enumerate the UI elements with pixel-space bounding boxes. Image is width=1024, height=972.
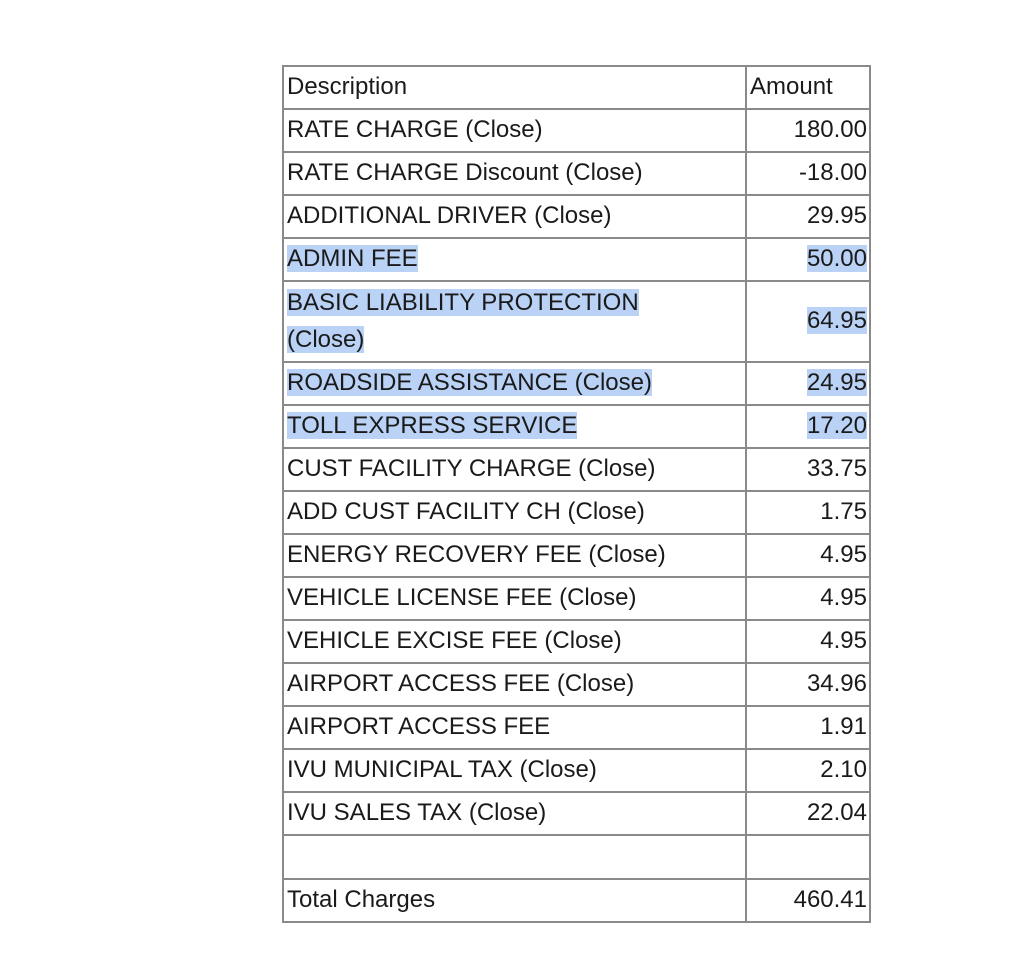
header-description: Description bbox=[282, 65, 747, 110]
table-row: RATE CHARGE (Close) 180.00 bbox=[282, 108, 871, 153]
row-description: VEHICLE EXCISE FEE (Close) bbox=[282, 619, 747, 664]
table-header-row: Description Amount bbox=[282, 65, 871, 110]
selected-text[interactable]: 64.95 bbox=[806, 307, 867, 334]
row-description: ADD CUST FACILITY CH (Close) bbox=[282, 490, 747, 535]
description-text[interactable]: VEHICLE EXCISE FEE (Close) bbox=[287, 627, 622, 654]
row-amount: 4.95 bbox=[745, 576, 871, 621]
row-amount: 17.20 bbox=[745, 404, 871, 449]
description-text[interactable]: CUST FACILITY CHARGE (Close) bbox=[287, 455, 656, 482]
table-row: ADD CUST FACILITY CH (Close) 1.75 bbox=[282, 490, 871, 535]
amount-text[interactable]: 180.00 bbox=[794, 116, 867, 143]
total-label-text[interactable]: Total Charges bbox=[287, 886, 435, 913]
blank-cell bbox=[745, 834, 871, 880]
table-row: ENERGY RECOVERY FEE (Close) 4.95 bbox=[282, 533, 871, 578]
table-row-selected: ROADSIDE ASSISTANCE (Close) 24.95 bbox=[282, 361, 871, 406]
description-text[interactable]: RATE CHARGE Discount (Close) bbox=[287, 159, 643, 186]
table-row: IVU SALES TAX (Close) 22.04 bbox=[282, 791, 871, 836]
table-row: CUST FACILITY CHARGE (Close) 33.75 bbox=[282, 447, 871, 492]
amount-text[interactable]: -18.00 bbox=[799, 159, 867, 186]
selected-text[interactable]: ROADSIDE ASSISTANCE (Close) bbox=[287, 369, 652, 396]
row-description: ADMIN FEE bbox=[282, 237, 747, 282]
amount-text[interactable]: 22.04 bbox=[807, 799, 867, 826]
row-description: RATE CHARGE Discount (Close) bbox=[282, 151, 747, 196]
amount-text[interactable]: 2.10 bbox=[820, 756, 867, 783]
description-text[interactable]: IVU SALES TAX (Close) bbox=[287, 799, 546, 826]
amount-text[interactable]: 34.96 bbox=[807, 670, 867, 697]
row-description: CUST FACILITY CHARGE (Close) bbox=[282, 447, 747, 492]
row-amount: 180.00 bbox=[745, 108, 871, 153]
row-amount: 34.96 bbox=[745, 662, 871, 707]
total-row: Total Charges 460.41 bbox=[282, 878, 871, 923]
blank-cell bbox=[282, 834, 747, 880]
selected-text[interactable]: TOLL EXPRESS SERVICE bbox=[287, 412, 578, 439]
charges-table: Description Amount RATE CHARGE (Close) 1… bbox=[282, 65, 871, 923]
total-amount: 460.41 bbox=[745, 878, 871, 923]
table-row: RATE CHARGE Discount (Close) -18.00 bbox=[282, 151, 871, 196]
row-amount: -18.00 bbox=[745, 151, 871, 196]
blank-row bbox=[282, 834, 871, 880]
table-row-selected: TOLL EXPRESS SERVICE 17.20 bbox=[282, 404, 871, 449]
row-description: ROADSIDE ASSISTANCE (Close) bbox=[282, 361, 747, 406]
selected-text[interactable]: 17.20 bbox=[806, 412, 867, 439]
table-row-selected: ADMIN FEE 50.00 bbox=[282, 237, 871, 282]
row-amount: 29.95 bbox=[745, 194, 871, 239]
table-row: AIRPORT ACCESS FEE (Close) 34.96 bbox=[282, 662, 871, 707]
row-description: ADDITIONAL DRIVER (Close) bbox=[282, 194, 747, 239]
description-text[interactable]: IVU MUNICIPAL TAX (Close) bbox=[287, 756, 597, 783]
selected-text[interactable]: (Close) bbox=[287, 326, 365, 353]
table-row: AIRPORT ACCESS FEE 1.91 bbox=[282, 705, 871, 750]
amount-text[interactable]: 29.95 bbox=[807, 202, 867, 229]
selected-text[interactable]: ADMIN FEE bbox=[287, 245, 418, 272]
table-row: VEHICLE LICENSE FEE (Close) 4.95 bbox=[282, 576, 871, 621]
amount-text[interactable]: 33.75 bbox=[807, 455, 867, 482]
total-amount-text[interactable]: 460.41 bbox=[794, 886, 867, 913]
row-amount: 64.95 bbox=[745, 280, 871, 363]
amount-text[interactable]: 1.91 bbox=[820, 713, 867, 740]
header-amount: Amount bbox=[745, 65, 871, 110]
amount-text[interactable]: 4.95 bbox=[820, 584, 867, 611]
amount-text[interactable]: 4.95 bbox=[820, 541, 867, 568]
row-amount: 4.95 bbox=[745, 619, 871, 664]
table-row: IVU MUNICIPAL TAX (Close) 2.10 bbox=[282, 748, 871, 793]
table-row-selected: BASIC LIABILITY PROTECTION (Close) 64.95 bbox=[282, 280, 871, 363]
amount-text[interactable]: 4.95 bbox=[820, 627, 867, 654]
row-amount: 24.95 bbox=[745, 361, 871, 406]
amount-text[interactable]: 1.75 bbox=[820, 498, 867, 525]
description-text[interactable]: AIRPORT ACCESS FEE (Close) bbox=[287, 670, 634, 697]
total-label: Total Charges bbox=[282, 878, 747, 923]
selected-text[interactable]: BASIC LIABILITY PROTECTION bbox=[287, 289, 639, 316]
row-amount: 4.95 bbox=[745, 533, 871, 578]
description-text[interactable]: ENERGY RECOVERY FEE (Close) bbox=[287, 541, 666, 568]
row-amount: 33.75 bbox=[745, 447, 871, 492]
description-text[interactable]: VEHICLE LICENSE FEE (Close) bbox=[287, 584, 636, 611]
row-description: AIRPORT ACCESS FEE (Close) bbox=[282, 662, 747, 707]
row-amount: 1.75 bbox=[745, 490, 871, 535]
description-text[interactable]: RATE CHARGE (Close) bbox=[287, 116, 543, 143]
row-description: IVU SALES TAX (Close) bbox=[282, 791, 747, 836]
table-row: VEHICLE EXCISE FEE (Close) 4.95 bbox=[282, 619, 871, 664]
row-description: ENERGY RECOVERY FEE (Close) bbox=[282, 533, 747, 578]
selected-text[interactable]: 24.95 bbox=[806, 369, 867, 396]
row-amount: 2.10 bbox=[745, 748, 871, 793]
description-text[interactable]: ADDITIONAL DRIVER (Close) bbox=[287, 202, 612, 229]
row-description: VEHICLE LICENSE FEE (Close) bbox=[282, 576, 747, 621]
row-amount: 50.00 bbox=[745, 237, 871, 282]
row-description: AIRPORT ACCESS FEE bbox=[282, 705, 747, 750]
row-amount: 1.91 bbox=[745, 705, 871, 750]
row-amount: 22.04 bbox=[745, 791, 871, 836]
description-text[interactable]: ADD CUST FACILITY CH (Close) bbox=[287, 498, 645, 525]
description-text[interactable]: AIRPORT ACCESS FEE bbox=[287, 713, 550, 740]
row-description: IVU MUNICIPAL TAX (Close) bbox=[282, 748, 747, 793]
row-description: BASIC LIABILITY PROTECTION (Close) bbox=[282, 280, 747, 363]
row-description: TOLL EXPRESS SERVICE bbox=[282, 404, 747, 449]
table-row: ADDITIONAL DRIVER (Close) 29.95 bbox=[282, 194, 871, 239]
row-description: RATE CHARGE (Close) bbox=[282, 108, 747, 153]
selected-text[interactable]: 50.00 bbox=[806, 245, 867, 272]
